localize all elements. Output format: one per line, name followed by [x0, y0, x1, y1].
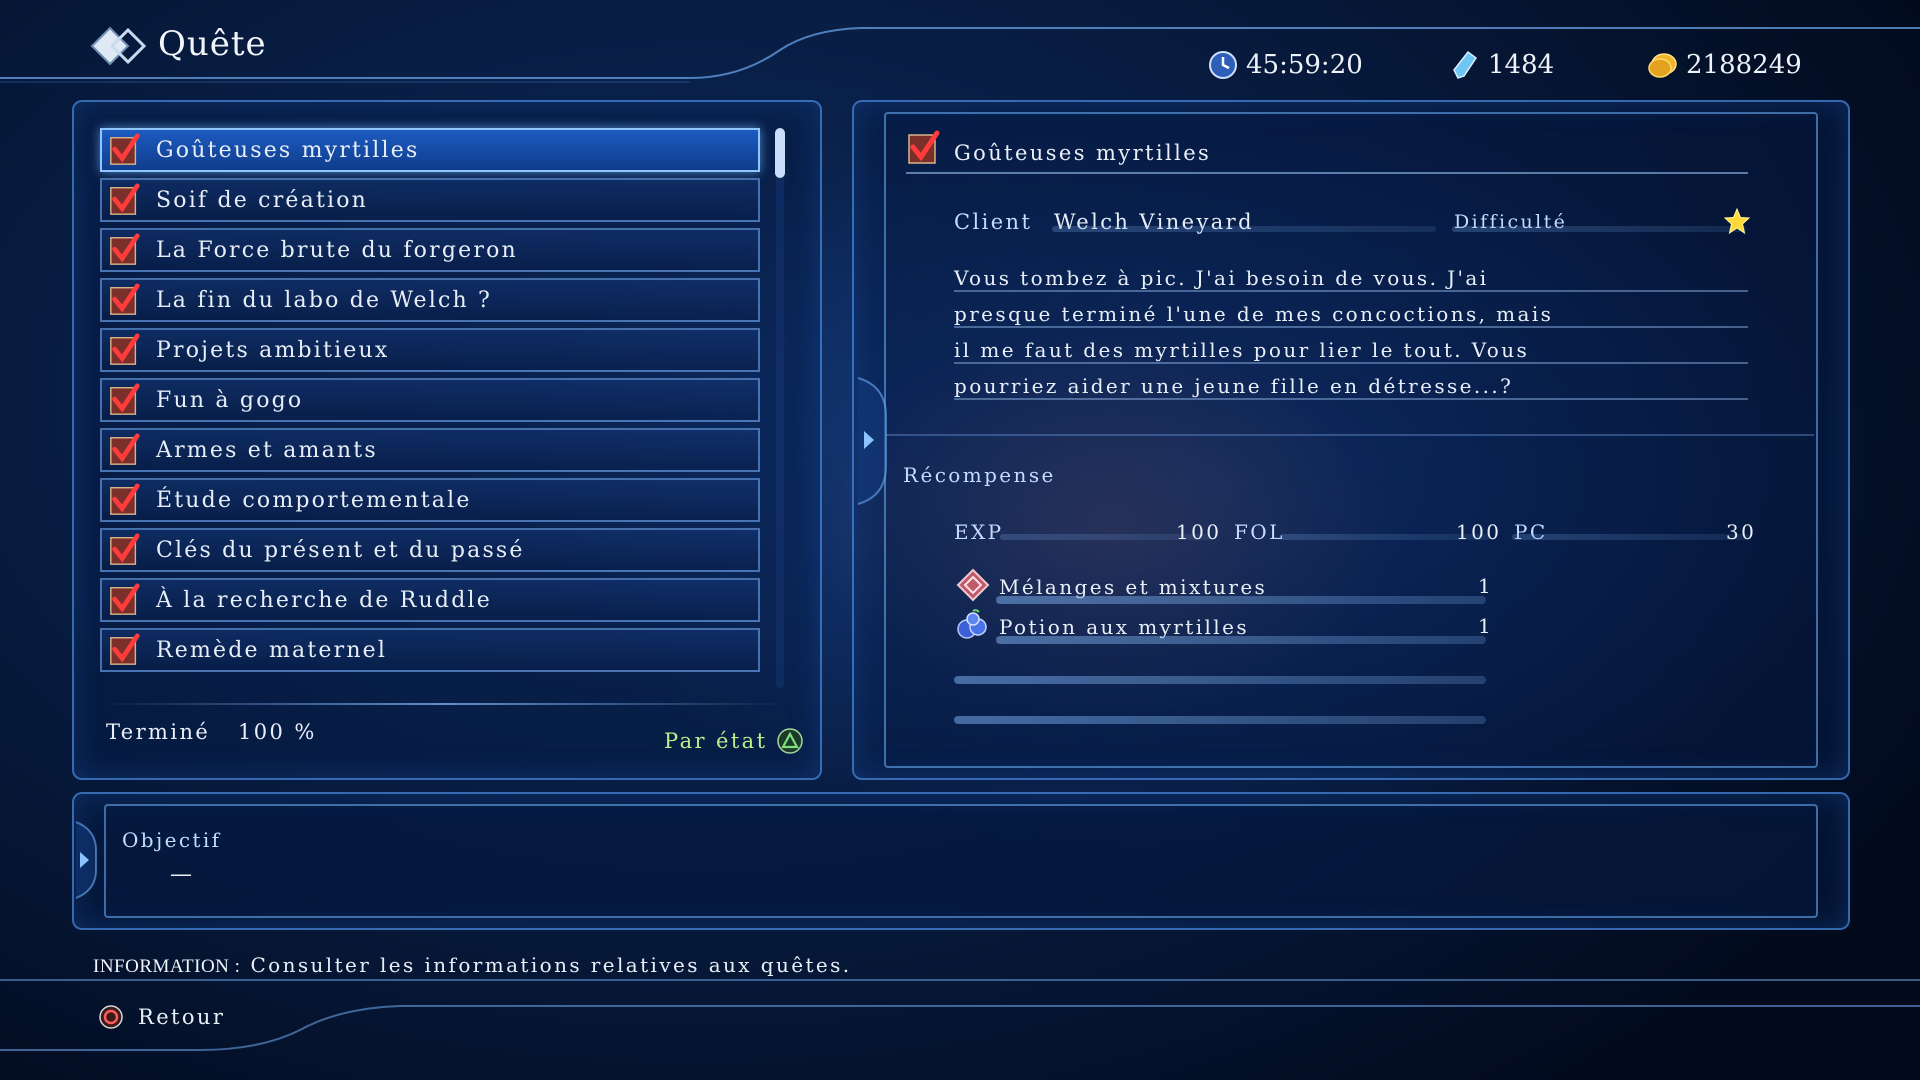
sort-button[interactable]: Par état: [664, 728, 804, 754]
recipe-book-icon: [956, 568, 990, 602]
quest-label: Clés du présent et du passé: [156, 537, 525, 563]
crystal-icon: [1453, 50, 1478, 79]
completed-check-icon: [110, 433, 140, 465]
quest-list-item[interactable]: À la recherche de Ruddle: [100, 578, 760, 622]
gold-coin-icon: [1648, 53, 1677, 78]
completed-check-icon: [110, 533, 140, 565]
completed-check-icon: [110, 583, 140, 615]
description-line: Vous tombez à pic. J'ai besoin de vous. …: [954, 266, 1489, 290]
quest-list-item[interactable]: Clés du présent et du passé: [100, 528, 760, 572]
quest-list-item[interactable]: Armes et amants: [100, 428, 760, 472]
fol-label: FOL: [1234, 520, 1285, 544]
gold-count: 2188249: [1648, 48, 1802, 82]
description-rule: [954, 326, 1748, 328]
empty-reward-slot: [954, 676, 1486, 684]
quest-label: Fun à gogo: [156, 387, 304, 413]
reward-item-qty: 1: [1478, 574, 1494, 598]
footer-line: [0, 979, 1920, 1051]
detail-title: Goûteuses myrtilles: [954, 141, 1212, 165]
list-divider: [100, 703, 790, 705]
quest-label: Goûteuses myrtilles: [156, 137, 420, 163]
reward-label: Récompense: [903, 463, 1056, 487]
quest-list-item[interactable]: La fin du labo de Welch ?: [100, 278, 760, 322]
play-time-value: 45:59:20: [1246, 50, 1363, 80]
completed-check-icon: [110, 183, 140, 215]
completed-value: 100 %: [238, 720, 317, 744]
detail-title-underline: [906, 172, 1748, 174]
difficulty-underline: [1452, 226, 1746, 232]
completed-check-icon: [110, 383, 140, 415]
crystal-count-value: 1484: [1488, 50, 1555, 80]
client-underline: [1052, 226, 1436, 232]
quest-list-item[interactable]: Goûteuses myrtilles: [100, 128, 760, 172]
sort-label: Par état: [664, 729, 768, 753]
reward-item-bar: [996, 596, 1486, 604]
quest-label: Armes et amants: [156, 437, 378, 463]
empty-reward-slot: [954, 716, 1486, 724]
quest-label: Remède maternel: [156, 637, 388, 663]
clock-icon: [1209, 51, 1237, 79]
pc-label: PC: [1514, 520, 1548, 544]
circle-button-icon: [99, 1005, 123, 1029]
quest-label: La Force brute du forgeron: [156, 237, 518, 263]
difficulty-star-icon: [1724, 208, 1750, 234]
scrollbar-track[interactable]: [776, 128, 784, 688]
pc-underline: [1512, 534, 1750, 540]
exp-label: EXP: [954, 520, 1004, 544]
triangle-button-icon: [777, 728, 804, 754]
description-rule: [954, 362, 1748, 364]
scrollbar-thumb[interactable]: [775, 128, 785, 178]
completed-label: Terminé: [106, 720, 211, 744]
quest-label: La fin du labo de Welch ?: [156, 287, 493, 313]
objective-frame: [104, 804, 1818, 918]
quest-label: Étude comportementale: [156, 487, 472, 513]
quest-list-item[interactable]: Étude comportementale: [100, 478, 760, 522]
reward-item-qty: 1: [1478, 614, 1494, 638]
quest-label: Projets ambitieux: [156, 337, 390, 363]
client-label: Client: [954, 210, 1033, 234]
play-time: 45:59:20: [1208, 48, 1363, 82]
reward-divider: [886, 434, 1814, 436]
quest-diamond-icon: [90, 26, 146, 66]
quest-list-item[interactable]: Projets ambitieux: [100, 328, 760, 372]
quest-list-item[interactable]: La Force brute du forgeron: [100, 228, 760, 272]
objective-label: Objectif: [122, 828, 222, 852]
crystal-count: 1484: [1450, 48, 1554, 82]
quest-list-item[interactable]: Fun à gogo: [100, 378, 760, 422]
description-line: il me faut des myrtilles pour lier le to…: [954, 338, 1530, 362]
pc-value: 30: [1726, 520, 1757, 544]
objective-arrow-icon: [75, 821, 97, 899]
back-label: Retour: [138, 1005, 226, 1029]
objective-value: —: [170, 862, 195, 887]
completed-check-icon: [110, 233, 140, 265]
exp-value: 100: [1176, 520, 1222, 544]
completed-check-icon: [110, 133, 140, 165]
reward-item-bar: [996, 636, 1486, 644]
completed-check-icon: [110, 333, 140, 365]
completed-check-icon: [110, 633, 140, 665]
top-bar: [0, 0, 1920, 83]
description-rule: [954, 398, 1748, 400]
description-line: pourriez aider une jeune fille en détres…: [954, 374, 1514, 398]
quest-list-item[interactable]: Remède maternel: [100, 628, 760, 672]
quest-complete-check-icon: [908, 130, 940, 164]
page-title: Quête: [158, 24, 267, 64]
description-rule: [954, 290, 1748, 292]
fol-value: 100: [1456, 520, 1502, 544]
quest-label: À la recherche de Ruddle: [156, 587, 492, 613]
panel-arrow-icon: [857, 377, 887, 505]
berry-potion-icon: [957, 609, 987, 639]
back-button[interactable]: Retour: [98, 1004, 225, 1030]
completed-check-icon: [110, 283, 140, 315]
completed-check-icon: [110, 483, 140, 515]
quest-list-item[interactable]: Soif de création: [100, 178, 760, 222]
description-line: presque terminé l'une de mes concoctions…: [954, 302, 1554, 326]
gold-count-value: 2188249: [1686, 50, 1802, 80]
quest-label: Soif de création: [156, 187, 369, 213]
